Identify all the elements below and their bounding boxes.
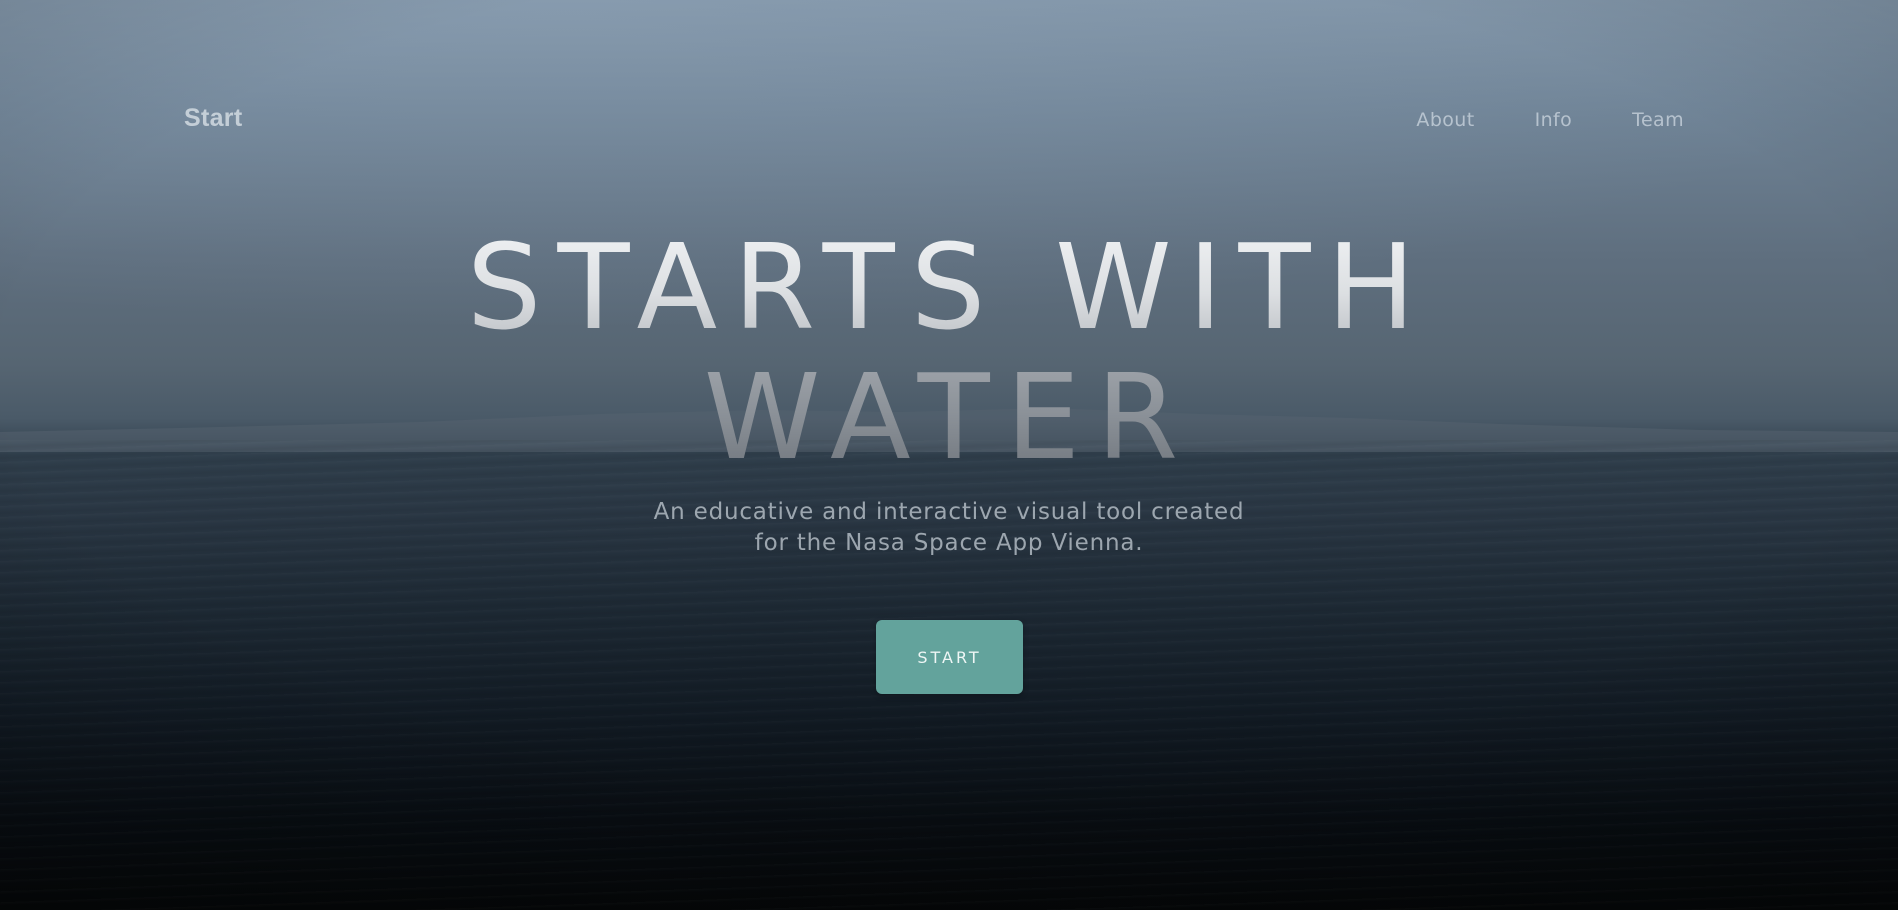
nav-link-team[interactable]: Team xyxy=(1632,109,1684,131)
brand-link[interactable]: Start xyxy=(184,104,242,133)
hero-subtitle: An educative and interactive visual tool… xyxy=(0,497,1898,559)
nav-link-about[interactable]: About xyxy=(1416,109,1474,131)
hero-headline: STARTS WITH WATER xyxy=(0,222,1898,482)
subtitle-line-2: for the Nasa Space App Vienna. xyxy=(754,530,1144,556)
headline-line-2: WATER xyxy=(0,352,1898,482)
start-button[interactable]: START xyxy=(876,620,1023,694)
nav-link-info[interactable]: Info xyxy=(1535,109,1573,131)
headline-line-1: STARTS WITH xyxy=(0,222,1898,352)
top-navigation: Start About Info Team xyxy=(0,0,1898,240)
nav-links: About Info Team xyxy=(1416,109,1684,131)
subtitle-line-1: An educative and interactive visual tool… xyxy=(653,499,1245,525)
hero-section: Start About Info Team STARTS WITH WATER … xyxy=(0,0,1898,910)
